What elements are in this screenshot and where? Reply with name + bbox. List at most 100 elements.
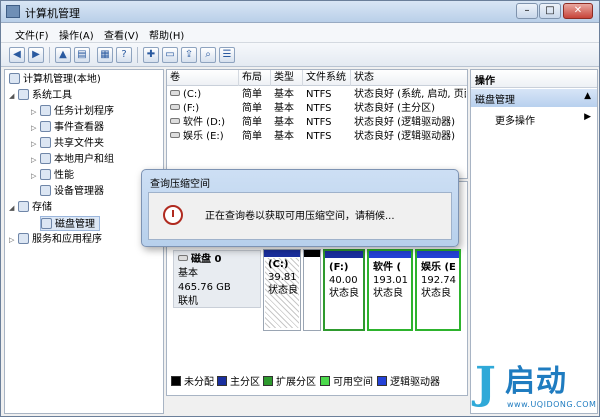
- disk-management-icon: [41, 218, 52, 229]
- partition-d[interactable]: 软件 ( 193.01 状态良: [367, 249, 413, 331]
- column-header-layout[interactable]: 布局: [239, 70, 271, 86]
- open-icon[interactable]: ▭: [162, 47, 178, 63]
- volume-list-header: 卷 布局 类型 文件系统 状态: [167, 70, 467, 86]
- partition-e[interactable]: 娱乐 (E 192.74 状态良: [415, 249, 461, 331]
- column-header-status[interactable]: 状态: [351, 70, 467, 86]
- computer-management-icon: [6, 5, 20, 18]
- toolbar-separator: [137, 47, 138, 63]
- services-icon: [18, 233, 29, 244]
- expand-arrow-icon[interactable]: ▷: [31, 169, 40, 184]
- disk-type: 基本: [178, 268, 198, 279]
- legend-swatch: [171, 376, 181, 386]
- legend-free-space: 可用空间: [320, 375, 373, 391]
- close-button[interactable]: ✕: [563, 3, 593, 19]
- legend-extended: 扩展分区: [263, 375, 316, 391]
- tree-item-event-viewer[interactable]: ▷ 事件查看器: [31, 120, 104, 135]
- expand-arrow-icon[interactable]: ▷: [31, 153, 40, 168]
- more-actions-link[interactable]: 更多操作: [495, 112, 535, 127]
- drive-icon: [170, 104, 180, 110]
- logo-j-mark: J: [475, 358, 496, 409]
- partition-bar: [369, 251, 411, 258]
- tree-item-system-tools[interactable]: ◢ 系统工具: [9, 88, 72, 103]
- tree-item-performance[interactable]: ▷ 性能: [31, 168, 74, 183]
- column-header-filesystem[interactable]: 文件系统: [303, 70, 351, 86]
- partition-c[interactable]: (C:) 39.81 状态良: [263, 249, 301, 331]
- new-icon[interactable]: ✚: [143, 47, 159, 63]
- disk-status: 联机: [178, 296, 198, 307]
- list-view-icon[interactable]: ☰: [219, 47, 235, 63]
- menu-file[interactable]: 文件(F): [15, 27, 49, 42]
- menu-action[interactable]: 操作(A): [59, 27, 94, 42]
- clock-wait-icon: [163, 205, 183, 225]
- tree-item-shared-folders[interactable]: ▷ 共享文件夹: [31, 136, 104, 151]
- partition-bar: [325, 251, 363, 258]
- maximize-button[interactable]: □: [539, 3, 561, 19]
- device-manager-icon: [40, 185, 51, 196]
- expand-arrow-icon[interactable]: ▷: [31, 105, 40, 120]
- expand-arrow-icon[interactable]: ▷: [9, 233, 18, 248]
- partition-bar: [304, 250, 320, 257]
- collapse-arrow-icon[interactable]: ◢: [9, 201, 18, 216]
- partition-bar: [264, 250, 300, 257]
- tree-item-services[interactable]: ▷ 服务和应用程序: [9, 232, 102, 247]
- tree-item-disk-management[interactable]: 磁盘管理: [40, 216, 100, 231]
- tools-icon: [18, 89, 29, 100]
- legend-swatch: [263, 376, 273, 386]
- legend-swatch: [377, 376, 387, 386]
- window-title: 计算机管理: [25, 7, 80, 20]
- tree-item-storage[interactable]: ◢ 存储: [9, 200, 52, 215]
- volume-row[interactable]: (C:) 简单 基本 NTFS 状态良好 (系统, 启动, 页面: [167, 88, 467, 102]
- volume-row[interactable]: 娱乐 (E:) 简单 基本 NTFS 状态良好 (逻辑驱动器): [167, 130, 467, 144]
- back-icon[interactable]: ◀: [9, 47, 25, 63]
- dialog-message: 正在查询卷以获取可用压缩空间，请稍候...: [205, 211, 395, 222]
- menu-view[interactable]: 查看(V): [104, 27, 139, 42]
- partition-system[interactable]: [303, 249, 321, 331]
- chevron-right-icon[interactable]: ▶: [584, 112, 591, 122]
- computer-icon: [9, 73, 20, 84]
- forward-icon[interactable]: ▶: [28, 47, 44, 63]
- drive-icon: [170, 118, 180, 124]
- tree-item-task-scheduler[interactable]: ▷ 任务计划程序: [31, 104, 114, 119]
- users-icon: [40, 153, 51, 164]
- console-tree: 计算机管理(本地) ◢ 系统工具 ▷ 任务计划程序 ▷ 事件查看器 ▷ 共享文件夹 ▷ 本…: [4, 69, 164, 414]
- query-shrink-dialog[interactable]: 查询压缩空间 正在查询卷以获取可用压缩空间，请稍候...: [141, 169, 459, 247]
- tree-item-local-users[interactable]: ▷ 本地用户和组: [31, 152, 114, 167]
- volume-row[interactable]: (F:) 简单 基本 NTFS 状态良好 (主分区): [167, 102, 467, 116]
- partition-bar: [417, 251, 459, 258]
- actions-section-disk-management[interactable]: 磁盘管理 ▲: [471, 89, 597, 107]
- drive-icon: [170, 132, 180, 138]
- menu-help[interactable]: 帮助(H): [149, 27, 184, 42]
- partition-legend: 未分配 主分区 扩展分区 可用空间 逻辑驱动器: [169, 375, 465, 391]
- legend-unallocated: 未分配: [171, 375, 214, 391]
- drive-icon: [170, 90, 180, 96]
- tree-item-root[interactable]: 计算机管理(本地): [9, 72, 101, 87]
- collapse-up-icon[interactable]: ▲: [584, 91, 591, 101]
- volume-row[interactable]: 软件 (D:) 简单 基本 NTFS 状态良好 (逻辑驱动器): [167, 116, 467, 130]
- search-icon[interactable]: ⌕: [200, 47, 216, 63]
- volume-list: 卷 布局 类型 文件系统 状态 (C:) 简单 基本 NTFS 状态良好 (系统…: [166, 69, 468, 179]
- collapse-arrow-icon[interactable]: ◢: [9, 89, 18, 104]
- column-header-volume[interactable]: 卷: [167, 70, 239, 86]
- legend-swatch: [217, 376, 227, 386]
- show-hide-tree-icon[interactable]: ▤: [74, 47, 90, 63]
- tree-item-device-manager[interactable]: 设备管理器: [40, 184, 104, 199]
- column-header-type[interactable]: 类型: [271, 70, 303, 86]
- minimize-button[interactable]: –: [516, 3, 538, 19]
- legend-swatch: [320, 376, 330, 386]
- help-icon[interactable]: ?: [116, 47, 132, 63]
- expand-arrow-icon[interactable]: ▷: [31, 121, 40, 136]
- dialog-body: 正在查询卷以获取可用压缩空间，请稍候...: [148, 192, 452, 240]
- up-icon[interactable]: ▲: [55, 47, 71, 63]
- actions-header: 操作: [471, 70, 597, 88]
- computer-management-window: 计算机管理 – □ ✕ 文件(F) 操作(A) 查看(V) 帮助(H) ◀ ▶ …: [0, 0, 600, 417]
- disk-icon: [178, 255, 188, 261]
- expand-arrow-icon[interactable]: ▷: [31, 137, 40, 152]
- shared-folder-icon: [40, 137, 51, 148]
- disk-info-panel[interactable]: 磁盘 0 基本 465.76 GB 联机: [173, 250, 261, 308]
- disk-size: 465.76 GB: [178, 282, 231, 293]
- export-icon[interactable]: ⇪: [181, 47, 197, 63]
- partition-f[interactable]: (F:) 40.00 状态良: [323, 249, 365, 331]
- properties-icon[interactable]: ▦: [97, 47, 113, 63]
- title-bar: 计算机管理 – □ ✕: [1, 1, 599, 23]
- clock-icon: [40, 105, 51, 116]
